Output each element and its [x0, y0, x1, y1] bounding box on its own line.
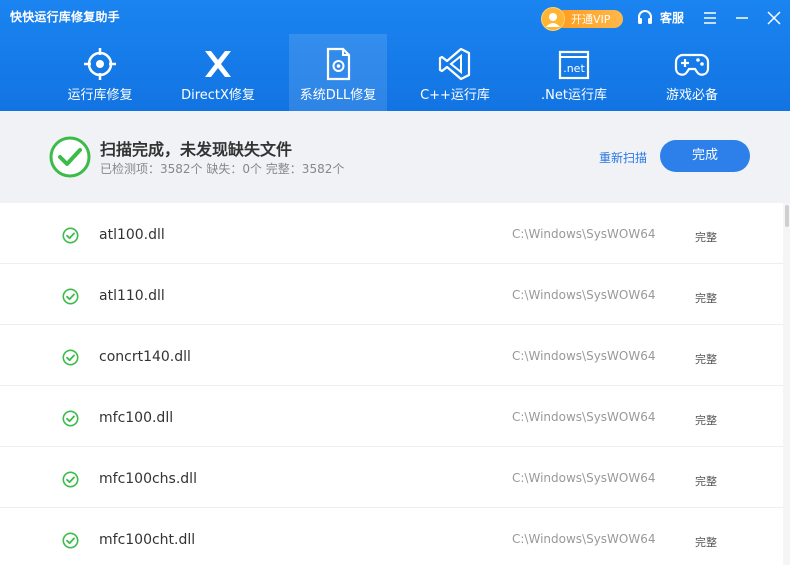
tab-dotnet-runtime[interactable]: .net .Net运行库	[524, 34, 624, 111]
file-status: 完整	[695, 292, 717, 305]
table-row: concrt140.dll C:\Windows\SysWOW64 完整	[0, 325, 783, 386]
service-label: 客服	[660, 11, 685, 25]
tab-runtime-repair[interactable]: 运行库修复	[50, 34, 150, 111]
tab-directx-repair[interactable]: DirectX修复	[168, 34, 268, 111]
file-status: 完整	[695, 475, 717, 488]
dll-file-list: atl100.dll C:\Windows\SysWOW64 完整 atl110…	[0, 203, 783, 565]
list-scrollbar[interactable]	[783, 203, 790, 565]
menu-icon	[704, 12, 716, 24]
table-row: mfc100chs.dll C:\Windows\SysWOW64 完整	[0, 447, 783, 508]
gamepad-icon	[674, 53, 710, 76]
dotnet-icon: .net	[558, 50, 590, 80]
rescan-link[interactable]: 重新扫描	[599, 149, 647, 166]
dll-file-icon	[326, 47, 351, 81]
tab-label: 系统DLL修复	[299, 88, 377, 103]
ok-check-icon	[62, 410, 79, 427]
file-path: C:\Windows\SysWOW64	[512, 532, 656, 546]
tab-cpp-runtime[interactable]: C++运行库	[405, 34, 505, 111]
vip-label: 开通VIP	[571, 13, 611, 26]
tab-label: 游戏必备	[665, 88, 718, 103]
minimize-icon	[736, 17, 748, 19]
scrollbar-thumb[interactable]	[785, 205, 789, 227]
tab-label: 运行库修复	[67, 88, 133, 103]
ok-check-icon	[62, 227, 79, 244]
main-tabs: 运行库修复 DirectX修复 系统DLL修复 C++运行库 .net .Net…	[50, 34, 750, 111]
target-icon	[84, 48, 116, 80]
directx-icon	[205, 51, 231, 77]
tab-label: DirectX修复	[181, 88, 255, 103]
headset-icon	[638, 10, 652, 24]
done-button[interactable]: 完成	[660, 140, 750, 172]
vip-avatar-icon	[541, 7, 565, 31]
file-status: 完整	[695, 414, 717, 427]
ok-check-icon	[62, 471, 79, 488]
file-name: mfc100cht.dll	[99, 532, 196, 548]
close-icon	[767, 11, 781, 25]
tab-label: C++运行库	[420, 88, 490, 103]
svg-text:.net: .net	[563, 62, 585, 75]
tab-game-essentials[interactable]: 游戏必备	[642, 34, 742, 111]
file-path: C:\Windows\SysWOW64	[512, 349, 656, 363]
file-name: mfc100chs.dll	[99, 471, 197, 487]
ok-check-icon	[62, 349, 79, 366]
file-path: C:\Windows\SysWOW64	[512, 227, 656, 241]
table-row: atl110.dll C:\Windows\SysWOW64 完整	[0, 264, 783, 325]
visual-studio-icon	[438, 47, 471, 81]
table-row: mfc100cht.dll C:\Windows\SysWOW64 完整	[0, 508, 783, 565]
table-row: atl100.dll C:\Windows\SysWOW64 完整	[0, 203, 783, 264]
menu-button[interactable]	[699, 7, 721, 29]
scan-result-title: 扫描完成，未发现缺失文件	[100, 140, 293, 159]
success-check-icon	[49, 136, 91, 178]
tab-system-dll-repair[interactable]: 系统DLL修复	[289, 34, 387, 111]
file-name: atl100.dll	[99, 227, 165, 243]
vip-button[interactable]: 开通VIP	[541, 7, 623, 31]
file-name: mfc100.dll	[99, 410, 174, 426]
ok-check-icon	[62, 532, 79, 549]
file-status: 完整	[695, 231, 717, 244]
scan-status-panel: 扫描完成，未发现缺失文件 已检测项：3582个 缺失：0个 完整：3582个 重…	[0, 111, 790, 203]
table-row: mfc100.dll C:\Windows\SysWOW64 完整	[0, 386, 783, 447]
file-status: 完整	[695, 353, 717, 366]
file-path: C:\Windows\SysWOW64	[512, 471, 656, 485]
file-name: atl110.dll	[99, 288, 165, 304]
close-button[interactable]	[763, 7, 785, 29]
ok-check-icon	[62, 288, 79, 305]
file-name: concrt140.dll	[99, 349, 191, 365]
file-path: C:\Windows\SysWOW64	[512, 410, 656, 424]
tab-label: .Net运行库	[541, 88, 607, 103]
file-status: 完整	[695, 536, 717, 549]
app-title: 快快运行库修复助手	[10, 10, 120, 24]
header-bar: 快快运行库修复助手 开通VIP 客服 运行库修复 DirectX修复 系统DLL…	[0, 0, 790, 111]
scan-summary: 已检测项：3582个 缺失：0个 完整：3582个	[100, 162, 345, 176]
file-path: C:\Windows\SysWOW64	[512, 288, 656, 302]
minimize-button[interactable]	[731, 7, 753, 29]
